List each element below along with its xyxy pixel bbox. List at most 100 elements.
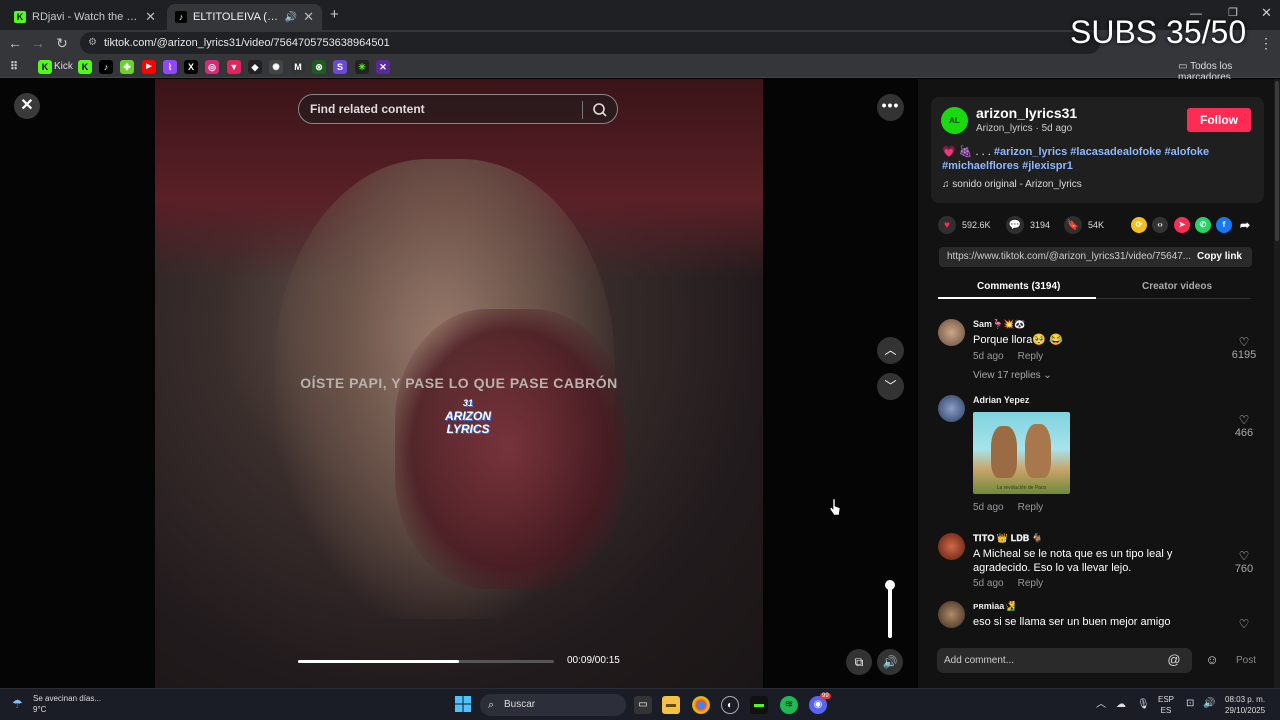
xbox-bookmark-icon[interactable]: ⊗ (312, 60, 326, 74)
comment-like[interactable]: ♡ (1224, 617, 1264, 629)
back-icon[interactable]: ← (5, 34, 25, 52)
find-related-search[interactable]: Find related content (298, 94, 618, 124)
copy-link-button[interactable]: Copy link (1190, 247, 1242, 267)
youtube-bookmark-icon[interactable]: ▶ (142, 60, 156, 74)
spotify-icon[interactable]: ≋ (780, 696, 798, 714)
taskbar-search[interactable]: ⌕ Buscar (480, 694, 626, 716)
url-field[interactable]: ⚙ tiktok.com/@arizon_lyrics31/video/7564… (80, 32, 1100, 54)
forward-icon[interactable]: → (28, 34, 48, 52)
share-arrow-icon[interactable]: ➦ (1237, 217, 1253, 233)
comment-image[interactable]: La revolución de Paco (973, 412, 1070, 494)
emoji-icon[interactable]: ☺ (1204, 652, 1220, 668)
reply-button[interactable]: Reply (1018, 502, 1044, 513)
commenter-avatar[interactable] (938, 319, 965, 346)
volume-tray-icon[interactable]: 🔊 (1203, 698, 1215, 709)
search-icon[interactable] (592, 102, 608, 118)
network-icon[interactable]: ⊡ (1186, 698, 1194, 709)
like-button[interactable]: ♥ 592.6K (938, 215, 991, 235)
embed-icon[interactable]: ‹› (1152, 217, 1168, 233)
speaker-icon[interactable]: 🔊 (285, 12, 297, 23)
menu-icon[interactable]: ⋮ (1256, 34, 1276, 52)
comment-like[interactable]: ♡ 6195 (1224, 335, 1264, 361)
reply-button[interactable]: Reply (1018, 351, 1044, 362)
browser-tab-kick[interactable]: K RDjavi - Watch the VOD on Kick ✕ (6, 4, 164, 30)
instagram-bookmark-icon[interactable]: ◎ (205, 60, 219, 74)
post-sound[interactable]: ♫ sonido original - Arizon_lyrics (942, 179, 1082, 190)
mention-icon[interactable]: @ (1166, 652, 1182, 668)
kick-bookmark-icon[interactable]: K (78, 60, 92, 74)
apps-grid-icon[interactable]: ⠿ (7, 60, 21, 74)
clock[interactable]: 08:03 p. m. 29/10/2025 (1225, 694, 1265, 716)
panel-scrollbar[interactable] (1274, 79, 1280, 688)
next-video-button[interactable]: ﹀ (877, 373, 904, 400)
video-progress-bar[interactable] (298, 660, 554, 663)
obs-icon[interactable]: ◐ (721, 696, 739, 714)
commenter-avatar[interactable] (938, 601, 965, 628)
previous-video-button[interactable]: ︿ (877, 337, 904, 364)
close-video-button[interactable]: ✕ (14, 93, 40, 119)
windows-start-icon[interactable] (454, 696, 472, 714)
close-tab-icon[interactable]: ✕ (303, 9, 314, 25)
tray-chevron-icon[interactable]: ︿ (1096, 699, 1106, 710)
task-view-icon[interactable]: ▭ (634, 696, 652, 714)
more-options-button[interactable]: ••• (877, 94, 904, 121)
x-bookmark-icon[interactable]: X (184, 60, 198, 74)
volume-knob[interactable] (885, 580, 895, 590)
author-username[interactable]: arizon_lyrics31 (976, 105, 1077, 121)
video-frame[interactable]: OÍSTE PAPI, Y PASE LO QUE PASE CABRÓN 31… (155, 79, 763, 688)
openai-bookmark-icon[interactable]: ✺ (269, 60, 283, 74)
commenter-avatar[interactable] (938, 395, 965, 422)
tiktok-bookmark-icon[interactable]: ♪ (99, 60, 113, 74)
comment-button[interactable]: 💬 3194 (1006, 215, 1050, 235)
volume-slider[interactable] (885, 580, 895, 638)
tab-creator-videos[interactable]: Creator videos (1142, 281, 1212, 292)
site-info-icon[interactable]: ⚙ (88, 32, 97, 54)
microphone-icon[interactable]: 🎙 (1137, 699, 1150, 710)
kick-bookmark-icon[interactable]: K (38, 60, 52, 74)
file-explorer-icon[interactable]: ▬ (662, 696, 680, 714)
close-window-icon[interactable]: ✕ (1261, 5, 1272, 21)
reply-button[interactable]: Reply (1018, 578, 1044, 589)
send-icon[interactable]: ➤ (1174, 217, 1190, 233)
commenter-avatar[interactable] (938, 533, 965, 560)
app-icon[interactable]: ▬ (750, 696, 768, 714)
commenter-name[interactable]: ᴘʀmiaa🧏‍♂️ (973, 601, 1016, 612)
scrollbar-thumb[interactable] (1275, 81, 1279, 241)
whatsapp-icon[interactable]: ✆ (1195, 217, 1211, 233)
close-tab-icon[interactable]: ✕ (145, 9, 156, 25)
bookmark-icon[interactable]: ◆ (248, 60, 262, 74)
floating-player-icon[interactable]: ⧉ (846, 649, 872, 675)
post-comment-button[interactable]: Post (1236, 655, 1256, 666)
commenter-name[interactable]: 𝐓𝐈𝐓𝐎 👑 𝐋𝐃𝐁 🐐 (973, 533, 1043, 544)
comment-like[interactable]: ♡ 760 (1224, 549, 1264, 575)
chrome-icon[interactable] (692, 696, 710, 714)
follow-button[interactable]: Follow (1187, 108, 1251, 132)
save-button[interactable]: 🔖 54K (1064, 215, 1104, 235)
tab-comments[interactable]: Comments (3194) (977, 281, 1060, 292)
volume-icon[interactable]: 🔊 (877, 649, 903, 675)
comment-like[interactable]: ♡ 466 (1224, 413, 1264, 439)
weather-icon[interactable]: ☂ (12, 697, 23, 711)
bookmark-icon[interactable]: ▼ (227, 60, 241, 74)
repost-icon[interactable]: ⟳ (1131, 217, 1147, 233)
commenter-name[interactable]: Sam🦩💥🐼 (973, 319, 1026, 330)
twitch-bookmark-icon[interactable]: ⌇ (163, 60, 177, 74)
author-avatar[interactable]: AL (941, 107, 968, 134)
share-link-field[interactable]: https://www.tiktok.com/@arizon_lyrics31/… (939, 247, 1252, 267)
add-comment-input[interactable]: Add comment... @ ☺ (937, 648, 1219, 673)
bookmark-kick-label[interactable]: Kick (54, 61, 73, 72)
bookmark-icon[interactable]: ✳ (355, 60, 369, 74)
tray-app-icon[interactable]: ☁ (1116, 699, 1126, 710)
commenter-name[interactable]: Adrian Yepez (973, 395, 1029, 405)
clover-bookmark-icon[interactable]: ✤ (120, 60, 134, 74)
new-tab-button[interactable]: + (330, 6, 339, 23)
gmail-bookmark-icon[interactable]: M (291, 60, 305, 74)
bookmark-icon[interactable]: S (333, 60, 347, 74)
reload-icon[interactable]: ↻ (52, 34, 72, 52)
language-indicator[interactable]: ESP ES (1158, 694, 1174, 716)
bookmark-icon[interactable]: ✕ (376, 60, 390, 74)
view-replies-button[interactable]: View 17 replies ⌄ (973, 370, 1052, 381)
browser-tab-tiktok[interactable]: ♪ ELTITOLEIVA (@eltitoleiva) | 🔊 ✕ (167, 4, 322, 30)
facebook-icon[interactable]: f (1216, 217, 1232, 233)
weather-widget[interactable]: Se avecinan días... 9°C (33, 693, 101, 715)
